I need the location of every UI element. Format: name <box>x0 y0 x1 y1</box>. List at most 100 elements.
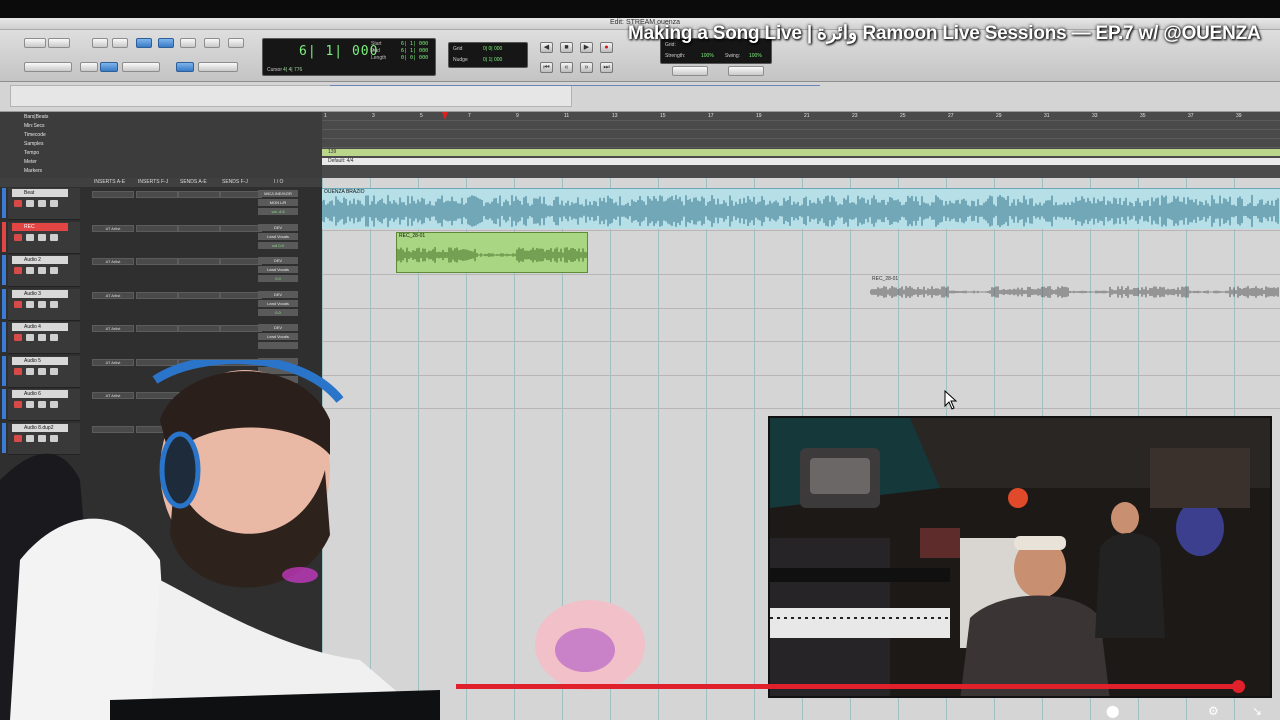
overview-selection[interactable] <box>10 85 572 107</box>
record-icon[interactable]: ● <box>600 42 613 53</box>
send-slot-fj[interactable] <box>220 191 262 198</box>
swing-value[interactable]: 100% <box>749 53 762 59</box>
insert-slot-fj[interactable] <box>136 191 178 198</box>
solo-button[interactable] <box>38 200 46 207</box>
record-arm-button[interactable] <box>14 233 22 241</box>
insert-slot[interactable]: AT Artist <box>92 291 134 299</box>
tab-to-transient-buttons[interactable] <box>198 62 238 72</box>
volume-readout[interactable]: 0.0 <box>258 308 298 316</box>
send-slot-ae[interactable] <box>178 325 220 332</box>
strength-value[interactable]: 100% <box>701 53 714 59</box>
send-slot-ae[interactable] <box>178 224 220 232</box>
insert-slot-fj[interactable] <box>136 325 178 332</box>
insert-slot[interactable]: AT Artist <box>92 325 134 332</box>
mute-button[interactable] <box>50 334 58 341</box>
volume-readout[interactable]: vol -4.6 <box>258 208 298 215</box>
input-monitor-button[interactable] <box>26 200 34 207</box>
input-monitor-button[interactable] <box>26 267 34 274</box>
io-output[interactable]: Lead Vocals <box>258 333 298 340</box>
ruler-label-meter[interactable]: Meter <box>24 159 37 165</box>
insert-slot[interactable] <box>92 191 134 198</box>
settings-gear-icon[interactable]: ⚙ <box>1208 704 1219 718</box>
length-value[interactable]: 0| 0| 000 <box>401 55 428 61</box>
volume-readout[interactable]: vol 0.0 <box>258 241 298 249</box>
mute-button[interactable] <box>50 200 58 207</box>
session-overview[interactable] <box>0 82 1280 112</box>
zoom-preset-buttons[interactable] <box>24 62 72 72</box>
ruler-label-minsecs[interactable]: Min:Secs <box>24 123 45 129</box>
col-inserts-ae[interactable]: INSERTS A-E <box>94 179 125 185</box>
stop-icon[interactable]: ■ <box>560 42 573 53</box>
quantize-settings-button[interactable] <box>728 66 764 76</box>
io-output[interactable]: Lead Vocals <box>258 232 298 240</box>
solo-button[interactable] <box>38 300 46 308</box>
play-icon[interactable]: ▶ <box>580 42 593 53</box>
track-header[interactable]: Audio 3 <box>8 288 80 321</box>
send-slot-fj[interactable] <box>220 224 262 232</box>
insert-slot-fj[interactable] <box>136 224 178 232</box>
track-name[interactable]: Beat <box>12 189 68 197</box>
ruler-label-markers[interactable]: Markers <box>24 168 42 174</box>
selector-tool-button[interactable] <box>158 38 174 48</box>
io-input[interactable]: DEV <box>258 290 298 298</box>
ruler-label-bars[interactable]: Bars|Beats <box>24 114 48 120</box>
zoom-in-button[interactable] <box>48 38 70 48</box>
io-output[interactable]: Lead Vocals <box>258 266 298 273</box>
track-header[interactable]: REC <box>8 221 80 254</box>
pencil-tool-button[interactable] <box>228 38 244 48</box>
rec-audio-clip[interactable]: REC_28-01 <box>396 232 588 273</box>
forward-icon[interactable]: » <box>580 62 593 73</box>
send-slot-ae[interactable] <box>178 291 220 299</box>
rec-audio-clip-2[interactable]: REC_28-01 <box>870 276 1280 306</box>
go-to-end-icon[interactable]: ⏭ <box>600 62 613 73</box>
record-arm-button[interactable] <box>14 267 22 274</box>
timeline-rulers[interactable]: 1 3 5 7 9 11 13 15 17 19 21 23 25 27 29 … <box>322 112 1280 178</box>
nudge-buttons[interactable] <box>122 62 160 72</box>
rewind-start-icon[interactable]: ⏮ <box>540 62 553 73</box>
insert-slot-fj[interactable] <box>136 291 178 299</box>
insert-slot[interactable]: AT Artist <box>92 258 134 265</box>
ruler-label-timecode[interactable]: Timecode <box>24 132 46 138</box>
grid-value[interactable]: 0| 0| 000 <box>483 46 502 52</box>
track-name[interactable]: Audio 2 <box>12 256 68 264</box>
end-value[interactable]: 6| 1| 000 <box>401 48 428 54</box>
grid-mode-button[interactable] <box>100 62 118 72</box>
send-slot-fj[interactable] <box>220 325 262 332</box>
timecode-ruler[interactable] <box>322 130 1280 139</box>
link-button[interactable] <box>176 62 194 72</box>
ruler-label-tempo[interactable]: Tempo <box>24 150 39 156</box>
track-header[interactable]: Audio 2 <box>8 255 80 287</box>
input-monitor-button[interactable] <box>26 233 34 241</box>
smart-tool-button[interactable] <box>204 38 220 48</box>
insert-slot-fj[interactable] <box>136 258 178 265</box>
send-slot-ae[interactable] <box>178 258 220 265</box>
record-arm-button[interactable] <box>14 300 22 308</box>
grid-nudge-box[interactable]: Grid 0| 0| 000 Nudge 0| 1| 000 <box>448 42 528 68</box>
ruler-label-samples[interactable]: Samples <box>24 141 43 147</box>
io-input[interactable]: MIC/LINE/HZ/R <box>258 190 298 197</box>
send-slot-fj[interactable] <box>220 258 262 265</box>
video-progress-bar[interactable] <box>456 684 1240 689</box>
io-input[interactable]: DEV <box>258 257 298 264</box>
track-header[interactable]: Beat <box>8 188 80 220</box>
volume-readout[interactable]: 0.0 <box>258 275 298 282</box>
zoom-out-button[interactable] <box>24 38 46 48</box>
minsecs-ruler[interactable] <box>322 121 1280 130</box>
samples-ruler[interactable] <box>322 139 1280 148</box>
tempo-ruler[interactable]: 139 <box>322 149 1280 156</box>
volume-readout[interactable] <box>258 342 298 349</box>
solo-button[interactable] <box>38 267 46 274</box>
mute-button[interactable] <box>50 300 58 308</box>
track-header[interactable]: Audio 4 <box>8 322 80 354</box>
video-scrubber-handle[interactable] <box>1232 680 1245 693</box>
playhead-marker-icon[interactable] <box>442 112 448 120</box>
back-icon[interactable]: « <box>560 62 573 73</box>
col-sends-fj[interactable]: SENDS F-J <box>222 179 248 185</box>
shuffle-button[interactable] <box>80 62 98 72</box>
track-name[interactable]: Audio 3 <box>12 289 68 298</box>
solo-button[interactable] <box>38 334 46 341</box>
input-monitor-button[interactable] <box>26 300 34 308</box>
track-name[interactable]: Audio 4 <box>12 323 68 331</box>
fullscreen-icon[interactable]: ↘ <box>1252 704 1262 718</box>
io-input[interactable]: DEV <box>258 223 298 231</box>
